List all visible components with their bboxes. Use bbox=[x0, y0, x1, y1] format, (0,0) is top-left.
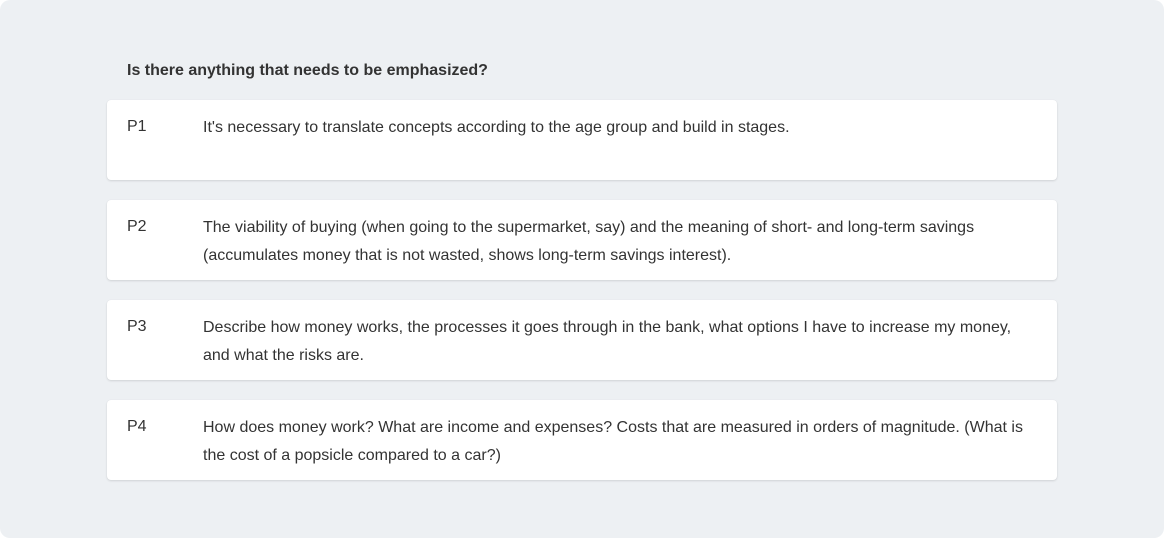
response-card: P4 How does money work? What are income … bbox=[107, 400, 1057, 480]
survey-panel: Is there anything that needs to be empha… bbox=[0, 0, 1164, 538]
response-text: It's necessary to translate concepts acc… bbox=[203, 119, 790, 136]
participant-id: P1 bbox=[127, 118, 147, 135]
response-text: Describe how money works, the processes … bbox=[203, 319, 1012, 364]
response-card: P2 The viability of buying (when going t… bbox=[107, 200, 1057, 280]
participant-id: P2 bbox=[127, 218, 147, 235]
question-heading: Is there anything that needs to be empha… bbox=[127, 62, 488, 79]
response-card: P3 Describe how money works, the process… bbox=[107, 300, 1057, 380]
response-text: How does money work? What are income and… bbox=[203, 419, 1023, 464]
response-text: The viability of buying (when going to t… bbox=[203, 219, 975, 264]
response-card: P1 It's necessary to translate concepts … bbox=[107, 100, 1057, 180]
participant-id: P3 bbox=[127, 318, 147, 335]
participant-id: P4 bbox=[127, 418, 147, 435]
